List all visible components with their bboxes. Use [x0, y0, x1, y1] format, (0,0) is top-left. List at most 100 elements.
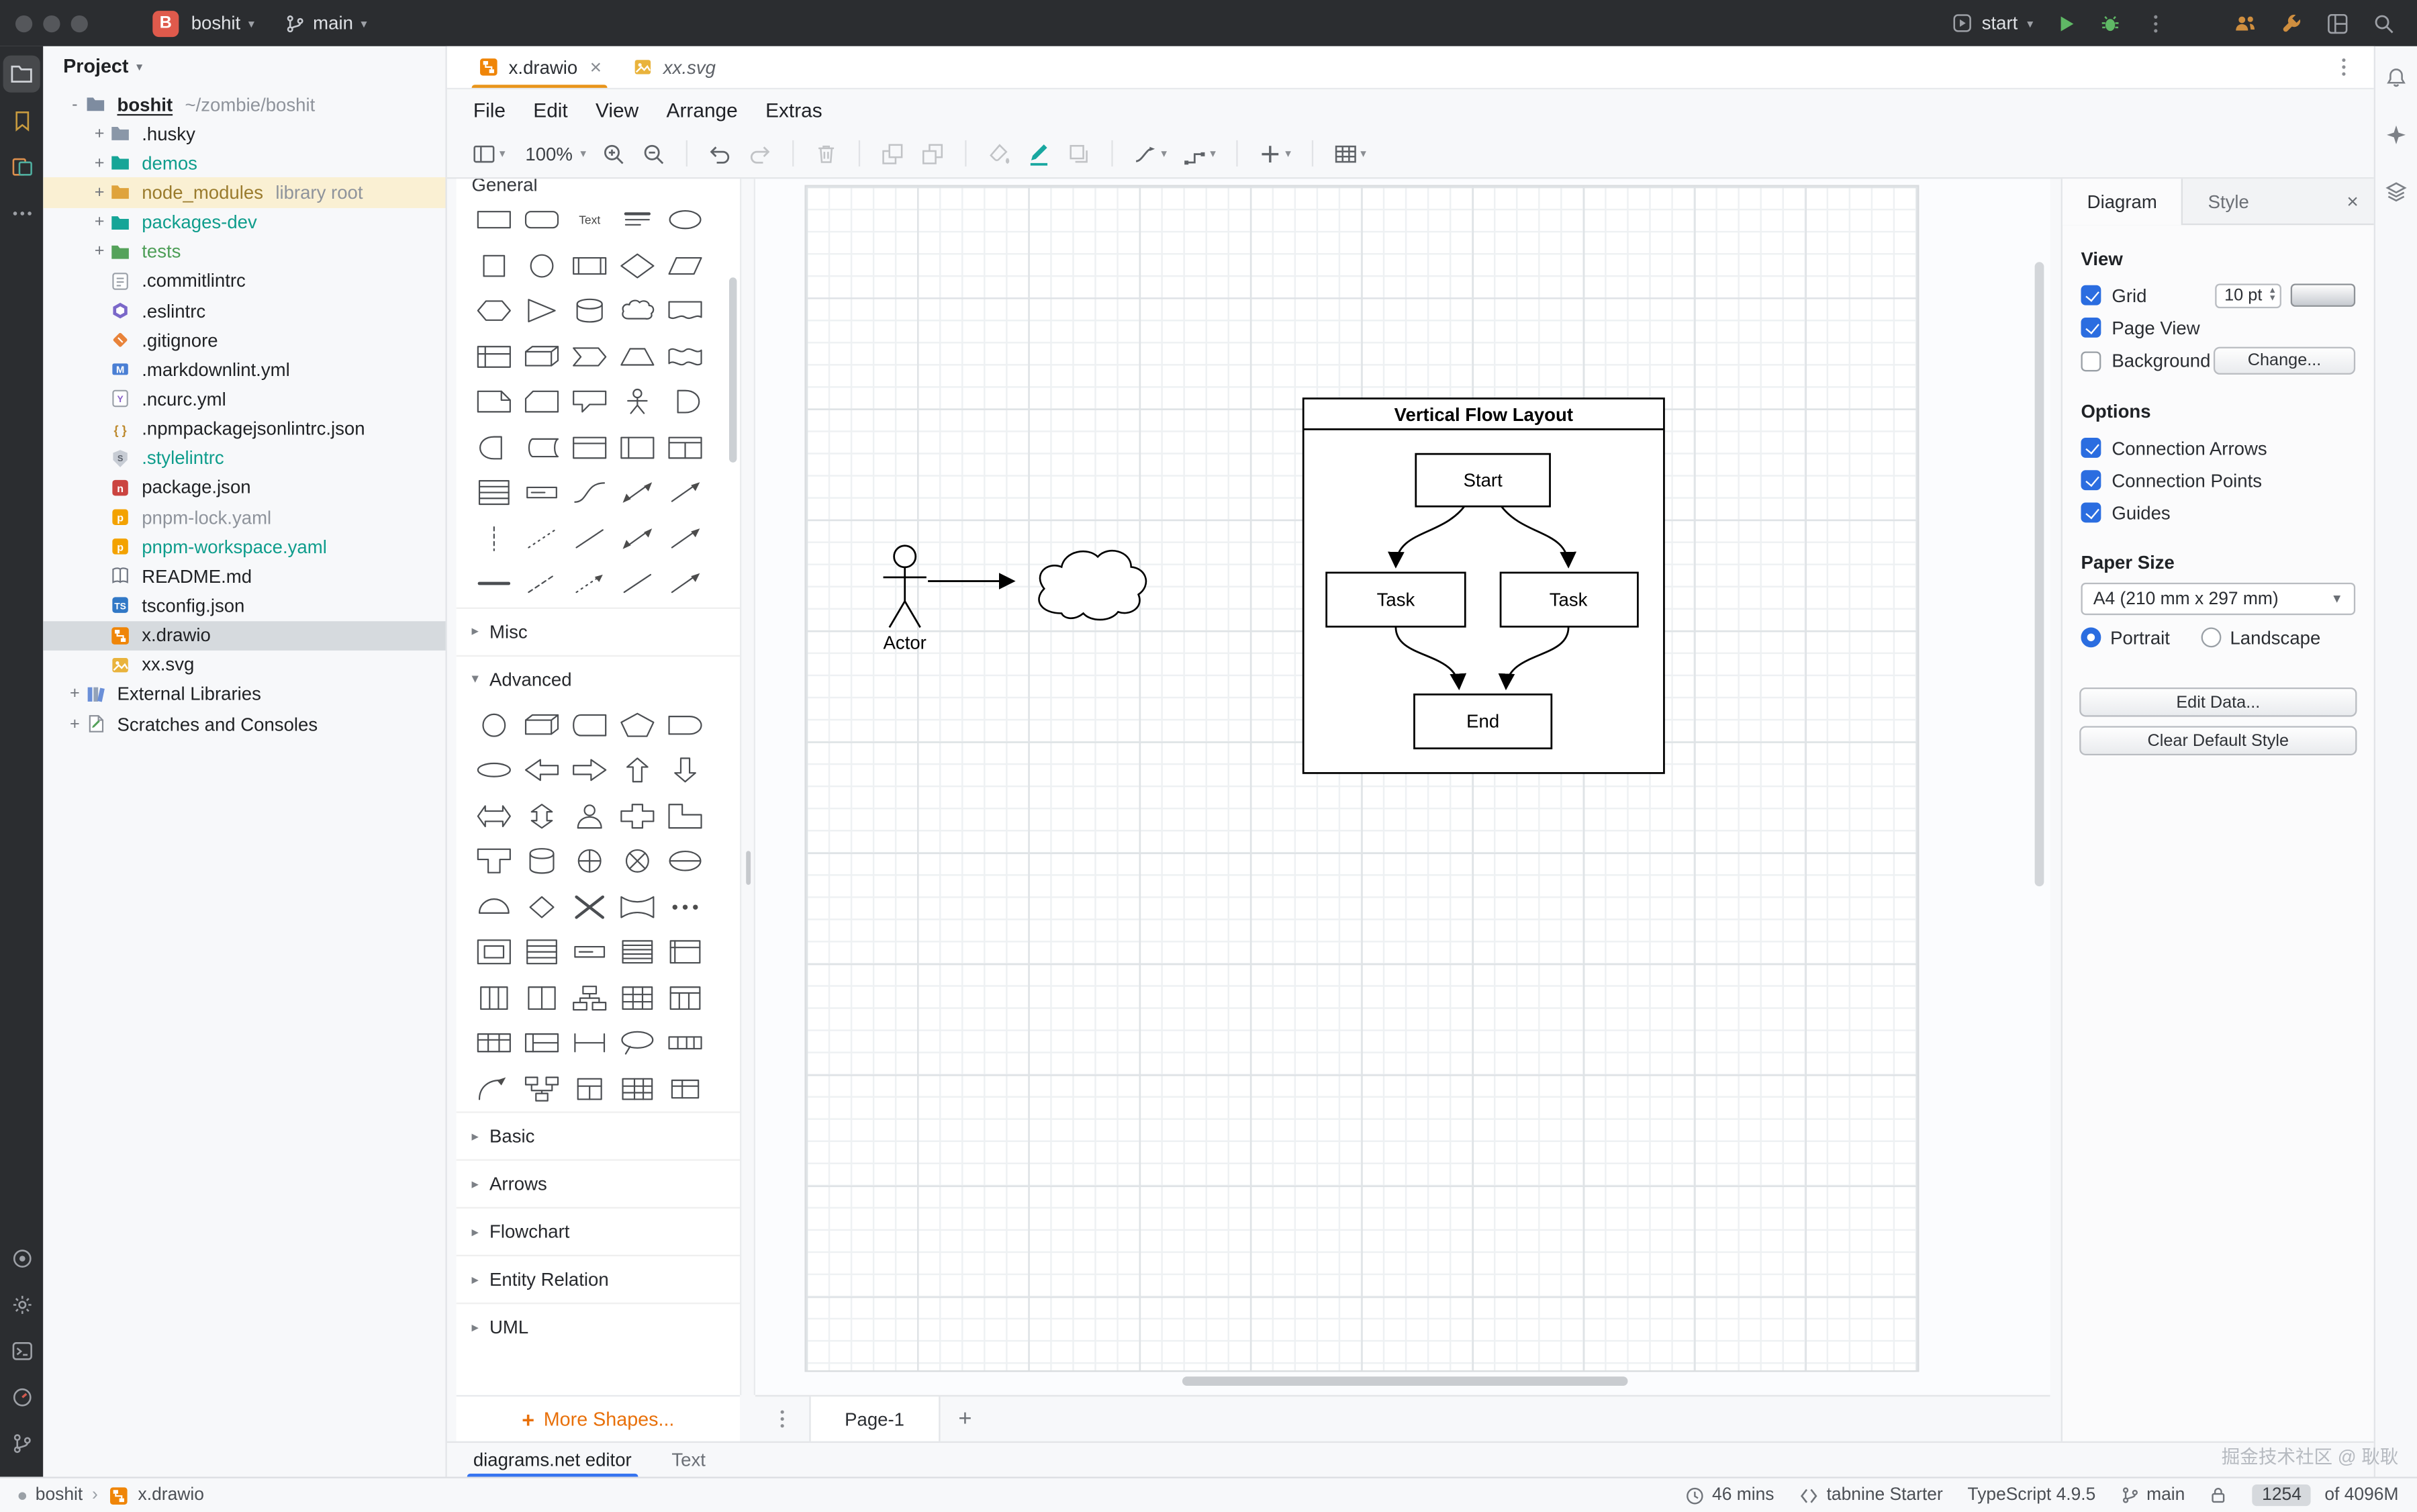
shape-person[interactable] — [566, 793, 614, 839]
shape-left-block-arrow[interactable] — [518, 748, 565, 794]
shape-cylinder[interactable] — [566, 288, 614, 334]
shape-oval-callout[interactable] — [614, 1021, 661, 1066]
shape-cube[interactable] — [518, 702, 565, 748]
background-checkbox[interactable] — [2081, 350, 2101, 371]
layout-icon[interactable] — [2326, 11, 2349, 34]
pages-menu-icon[interactable] — [771, 1407, 794, 1430]
shape-container[interactable] — [566, 425, 614, 471]
tree-item-tsconfig-json[interactable]: TStsconfig.json — [43, 591, 445, 620]
horizontal-scrollbar[interactable] — [1182, 1376, 1628, 1386]
format-close-icon[interactable]: × — [2331, 179, 2373, 224]
tree-toggle-icon[interactable]: + — [89, 154, 109, 173]
window-zoom-button[interactable] — [71, 15, 88, 32]
menu-edit[interactable]: Edit — [520, 89, 582, 130]
shape-down-block-arrow[interactable] — [661, 748, 709, 794]
palette-scrollbar[interactable] — [729, 277, 737, 463]
shape-card-row[interactable] — [518, 1021, 565, 1066]
shape-diagonal-line[interactable] — [566, 516, 614, 561]
tree-item-commitlintrc[interactable]: .commitlintrc — [43, 267, 445, 296]
mode-tab-diagrams-editor[interactable]: diagrams.net editor — [473, 1449, 632, 1476]
tree-toggle-icon[interactable]: + — [64, 685, 85, 704]
tree-item-ncurc-yml[interactable]: Y.ncurc.yml — [43, 385, 445, 414]
shape-or[interactable] — [661, 379, 709, 425]
shape-up-block-arrow[interactable] — [614, 748, 661, 794]
shape-vertical-stripes[interactable] — [470, 975, 518, 1021]
memory-indicator[interactable]: 1254 of 4096M — [2253, 1484, 2398, 1506]
shape-pentagon[interactable] — [614, 702, 661, 748]
shape-square[interactable] — [470, 243, 518, 289]
run-configuration[interactable]: start ▾ — [1951, 12, 2034, 34]
clear-default-style-button[interactable]: Clear Default Style — [2079, 726, 2357, 755]
shape-parallelogram[interactable] — [661, 243, 709, 289]
diagram-canvas[interactable]: Actor Vertical Flow Layout Start Task Ta… — [755, 179, 2050, 1395]
shape-tee[interactable] — [470, 839, 518, 884]
shape-rectangle[interactable] — [470, 197, 518, 243]
shape-diamond-small[interactable] — [518, 884, 565, 930]
shape-horizontal-block-arrow[interactable] — [470, 793, 518, 839]
session-time[interactable]: 46 mins — [1685, 1485, 1774, 1505]
cloud-shape[interactable] — [1039, 551, 1146, 620]
shape-x-shape[interactable] — [566, 884, 614, 930]
line-color-button[interactable] — [1021, 136, 1057, 171]
shape-vertical-container[interactable] — [614, 425, 661, 471]
editor-tab-xx-svg[interactable]: xx.svg — [617, 46, 731, 88]
window-minimize-button[interactable] — [43, 15, 60, 32]
insert-button[interactable]: ▾ — [1251, 136, 1297, 171]
actor-shape[interactable] — [884, 546, 927, 628]
settings-icon[interactable] — [3, 1286, 40, 1323]
guides-checkbox[interactable] — [2081, 502, 2101, 522]
tree-item-packages-dev[interactable]: +packages-dev — [43, 207, 445, 237]
shape-curve[interactable] — [566, 470, 614, 516]
lock-icon[interactable] — [2210, 1486, 2228, 1505]
tree-item-readme-md[interactable]: README.md — [43, 561, 445, 591]
tree-toggle-icon[interactable]: - — [64, 95, 85, 113]
tree-toggle-icon[interactable]: + — [89, 183, 109, 202]
more-actions-button[interactable] — [2144, 11, 2167, 34]
add-page-icon[interactable]: + — [958, 1406, 971, 1432]
tree-item-husky[interactable]: +.husky — [43, 119, 445, 148]
shape-card[interactable] — [518, 379, 565, 425]
shape-process[interactable] — [566, 243, 614, 289]
shape-wide-table[interactable] — [470, 1021, 518, 1066]
shape-and[interactable] — [470, 425, 518, 471]
shape-list[interactable] — [518, 929, 565, 975]
shape-corner[interactable] — [661, 793, 709, 839]
shape-small-table[interactable] — [661, 1066, 709, 1112]
vertical-scrollbar[interactable] — [2035, 262, 2044, 886]
shape-vertical-block-arrow[interactable] — [518, 793, 565, 839]
window-close-button[interactable] — [15, 15, 32, 32]
shape-horizontal-container[interactable] — [661, 425, 709, 471]
shape-hexagon[interactable] — [470, 288, 518, 334]
shape-mini-table[interactable] — [566, 1066, 614, 1112]
project-icon[interactable] — [3, 56, 40, 93]
tree-item-stylelintrc[interactable]: S.stylelintrc — [43, 444, 445, 473]
shape-striped-box[interactable] — [614, 929, 661, 975]
wrench-icon[interactable] — [2280, 11, 2303, 34]
tree-item-pnpm-lock-yaml[interactable]: ppnpm-lock.yaml — [43, 502, 445, 532]
tab-options-kebab-icon[interactable] — [2332, 56, 2355, 79]
connection-button[interactable]: ▾ — [1127, 136, 1173, 171]
notifications-icon[interactable] — [2377, 58, 2414, 95]
tree-toggle-icon[interactable]: + — [64, 714, 85, 733]
shape-text[interactable]: Text — [566, 197, 614, 243]
project-panel-header[interactable]: Project ▾ — [43, 46, 445, 87]
layers-icon[interactable] — [2377, 173, 2414, 209]
editor-tab-x-drawio[interactable]: x.drawio × — [463, 46, 617, 88]
page-view-checkbox[interactable] — [2081, 318, 2101, 338]
shape-curved-callout[interactable] — [470, 1066, 518, 1112]
shape-diamond[interactable] — [614, 243, 661, 289]
palette-section-advanced[interactable]: ▾Advanced — [457, 655, 740, 702]
grid-size-spinner[interactable]: ▲▼ — [2269, 287, 2277, 303]
shape-display[interactable] — [566, 702, 614, 748]
splitter-grip[interactable] — [746, 851, 751, 885]
shape-triangle[interactable] — [518, 288, 565, 334]
tree-item-boshit[interactable]: -boshit~/zombie/boshit — [43, 89, 445, 119]
menu-extras[interactable]: Extras — [751, 89, 836, 130]
shape-dashed-edge[interactable] — [518, 561, 565, 607]
shape-half-circle[interactable] — [470, 884, 518, 930]
notes-icon[interactable] — [3, 148, 40, 185]
shape-segmented-bar[interactable] — [661, 1021, 709, 1066]
shape-table[interactable] — [614, 975, 661, 1021]
tree-item-pnpm-workspace-yaml[interactable]: ppnpm-workspace.yaml — [43, 532, 445, 561]
tree-item-scratches-and-consoles[interactable]: +Scratches and Consoles — [43, 709, 445, 739]
